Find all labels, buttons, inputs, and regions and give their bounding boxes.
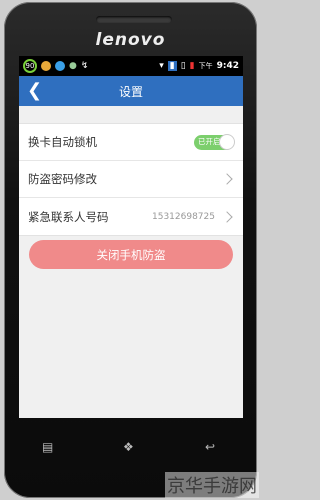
- status-bar: 90 ● ↯ ▾ ▮ ▯ ▮ 下午 9:42: [19, 56, 243, 76]
- shield-icon: [55, 61, 65, 71]
- watermark: 京华手游网: [165, 472, 259, 498]
- close-antitheft-button[interactable]: 关闭手机防盗: [29, 240, 233, 269]
- toggle-label: 已开启: [198, 136, 221, 146]
- home-key-icon[interactable]: ❖: [123, 440, 134, 454]
- android-icon: ●: [69, 61, 77, 71]
- page-title: 设置: [118, 84, 143, 99]
- brand-logo: lenovo: [95, 30, 166, 50]
- title-bar: ❮ 设置: [19, 76, 243, 106]
- signal-icon: ▮: [167, 61, 177, 71]
- setting-emergency-contact[interactable]: 紧急联系人号码 15312698725: [19, 198, 243, 235]
- setting-label: 换卡自动锁机: [28, 135, 97, 149]
- chevron-right-icon: [221, 210, 233, 223]
- hardware-keys: ▤ ❖ ↩: [0, 440, 261, 460]
- app-icon: [41, 61, 51, 71]
- sim-icon: ▯: [180, 61, 186, 71]
- toggle-knob: [219, 133, 235, 150]
- menu-key-icon[interactable]: ▤: [42, 440, 53, 454]
- usb-icon: ↯: [80, 61, 89, 71]
- battery-icon: ▮: [189, 61, 195, 71]
- speaker-grille: [96, 16, 172, 23]
- setting-label: 防盗密码修改: [28, 172, 97, 186]
- emergency-number: 15312698725: [152, 211, 215, 222]
- battery-circle-icon: 90: [23, 59, 37, 73]
- back-arrow-icon[interactable]: ❮: [27, 81, 42, 101]
- back-key-icon[interactable]: ↩: [205, 440, 215, 454]
- time-prefix: 下午: [198, 62, 213, 70]
- wifi-icon: ▾: [159, 61, 164, 71]
- setting-change-password[interactable]: 防盗密码修改: [19, 161, 243, 198]
- settings-list: 换卡自动锁机 已开启 防盗密码修改 紧急联系人号码 15312698725: [19, 123, 243, 236]
- clock: 9:42: [216, 61, 239, 71]
- screen: 90 ● ↯ ▾ ▮ ▯ ▮ 下午 9:42 ❮ 设置 换卡自动锁机 已开启 防…: [19, 56, 243, 418]
- auto-lock-toggle[interactable]: 已开启: [194, 133, 235, 150]
- setting-label: 紧急联系人号码: [28, 209, 109, 224]
- chevron-right-icon: [221, 173, 233, 185]
- setting-auto-lock[interactable]: 换卡自动锁机 已开启: [19, 124, 243, 161]
